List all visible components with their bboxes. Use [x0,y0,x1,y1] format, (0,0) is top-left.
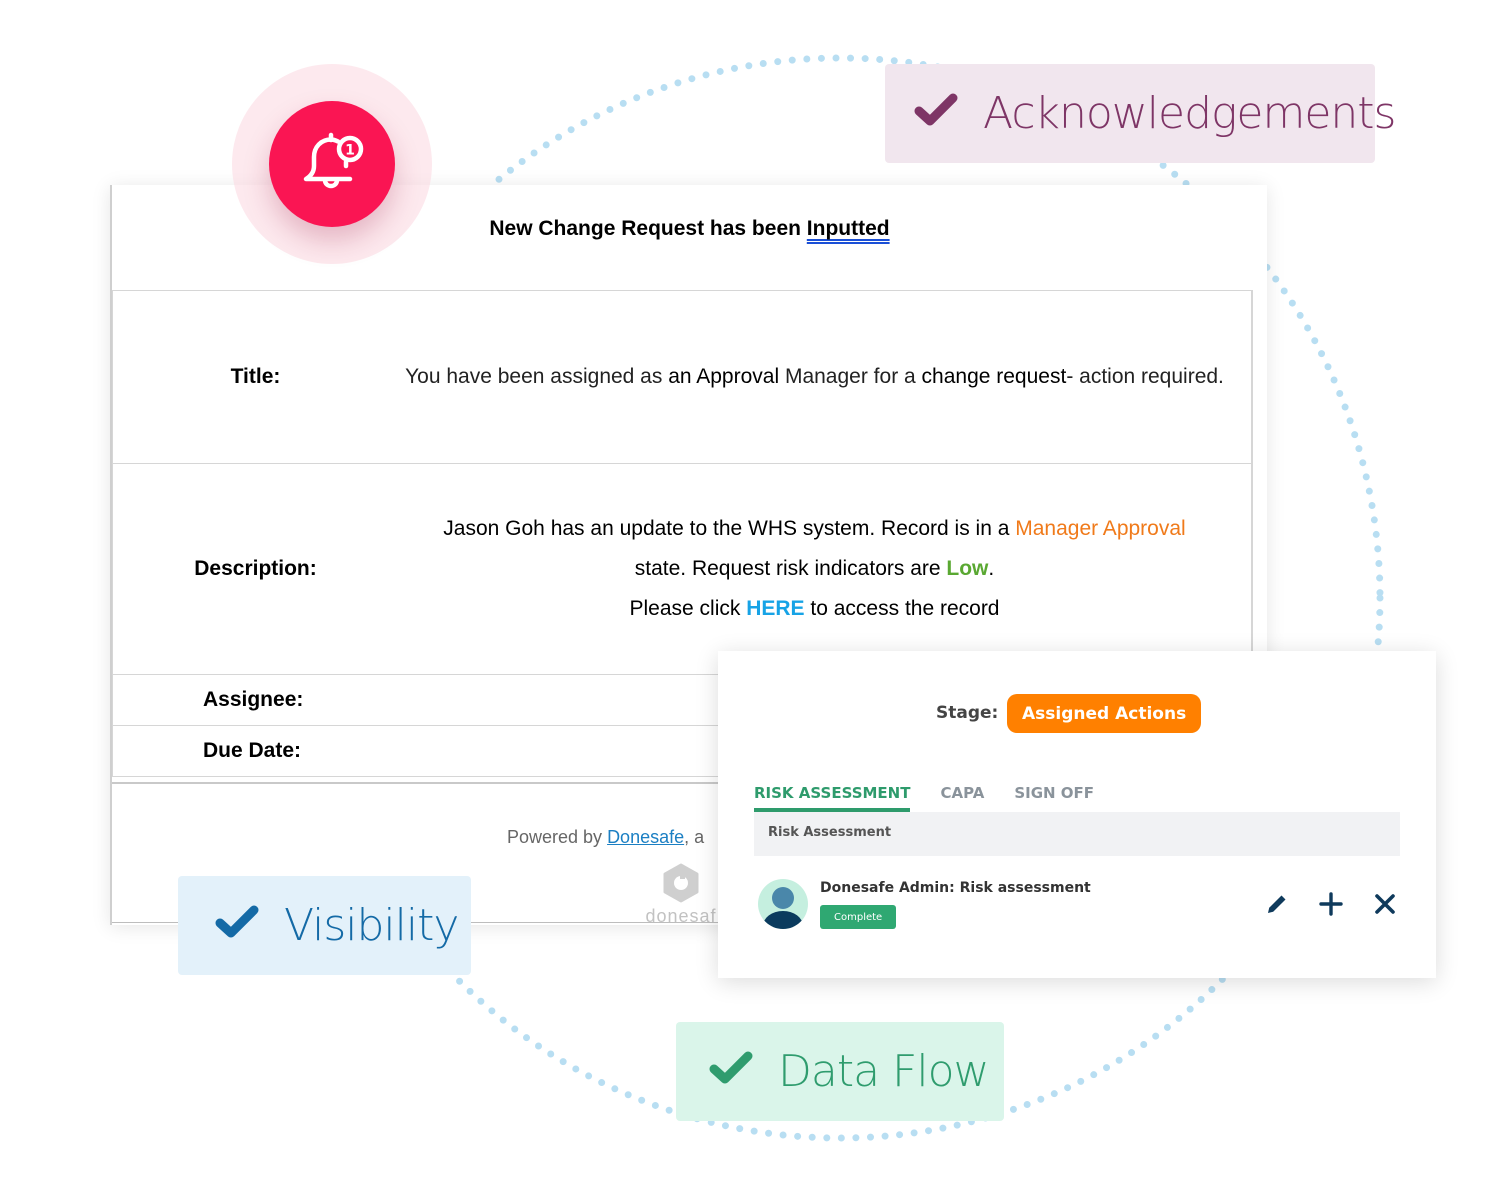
bell-icon: 1 [303,132,364,189]
risk-level: Low [946,557,989,580]
notification-bell-button[interactable]: 1 [269,101,395,227]
user-icon [763,887,803,929]
description-value: Jason Goh has an update to the WHS syste… [443,517,1186,620]
tab-sign-off[interactable]: SIGN OFF [1014,784,1094,812]
acknowledgements-tag: Acknowledgements [885,64,1396,163]
checkmark-icon [708,1046,754,1097]
table-row-description: Description: Jason Goh has an update to … [113,464,1251,675]
table-row-title: Title: You have been assigned as an Appr… [113,291,1251,464]
logo-wordmark: donesaf [645,906,717,926]
heading-spellcheck-word: Inputted [806,217,890,240]
notification-count: 1 [345,143,355,159]
plus-icon [1319,892,1343,916]
pencil-icon [1268,893,1288,913]
stage-label: Stage: [936,703,999,723]
visibility-label: Visibility [284,900,459,951]
donesafe-link[interactable]: Donesafe [607,827,684,847]
visibility-tag: Visibility [178,876,471,975]
stage-card: Stage: Assigned Actions RISK ASSESSMENT … [718,651,1436,978]
close-icon [1375,894,1395,914]
hexagon-logo-icon [663,863,699,903]
list-item: Donesafe Admin: Risk assessment Complete [758,879,1398,931]
data-flow-tag: Data Flow [676,1022,1004,1121]
item-actions [1264,891,1398,917]
checkmark-icon [214,900,260,951]
description-label: Description: [194,557,317,580]
stage-tabs: RISK ASSESSMENT CAPA SIGN OFF [754,784,1094,812]
title-label: Title: [230,365,281,388]
add-button[interactable] [1318,891,1344,917]
record-state: Manager Approval [1015,517,1186,540]
tab-risk-assessment[interactable]: RISK ASSESSMENT [754,784,911,812]
stage-status-badge[interactable]: Assigned Actions [1007,694,1202,733]
item-title: Donesafe Admin: Risk assessment [820,880,1091,896]
remove-button[interactable] [1372,891,1398,917]
checkmark-icon [913,88,959,139]
panel-title: Risk Assessment [754,812,1400,856]
data-flow-label: Data Flow [778,1046,989,1097]
status-badge: Complete [820,905,897,929]
powered-by-text: Powered by Donesafe, a [507,827,705,847]
acknowledgements-label: Acknowledgements [983,88,1396,139]
donesafe-logo: donesaf [636,863,726,927]
title-value: You have been assigned as an Approval Ma… [405,365,1224,388]
record-link[interactable]: HERE [746,597,804,620]
avatar [758,879,808,929]
edit-button[interactable] [1264,891,1290,917]
tab-capa[interactable]: CAPA [940,784,984,812]
due-date-label: Due Date: [203,739,302,762]
assignee-label: Assignee: [203,688,304,711]
